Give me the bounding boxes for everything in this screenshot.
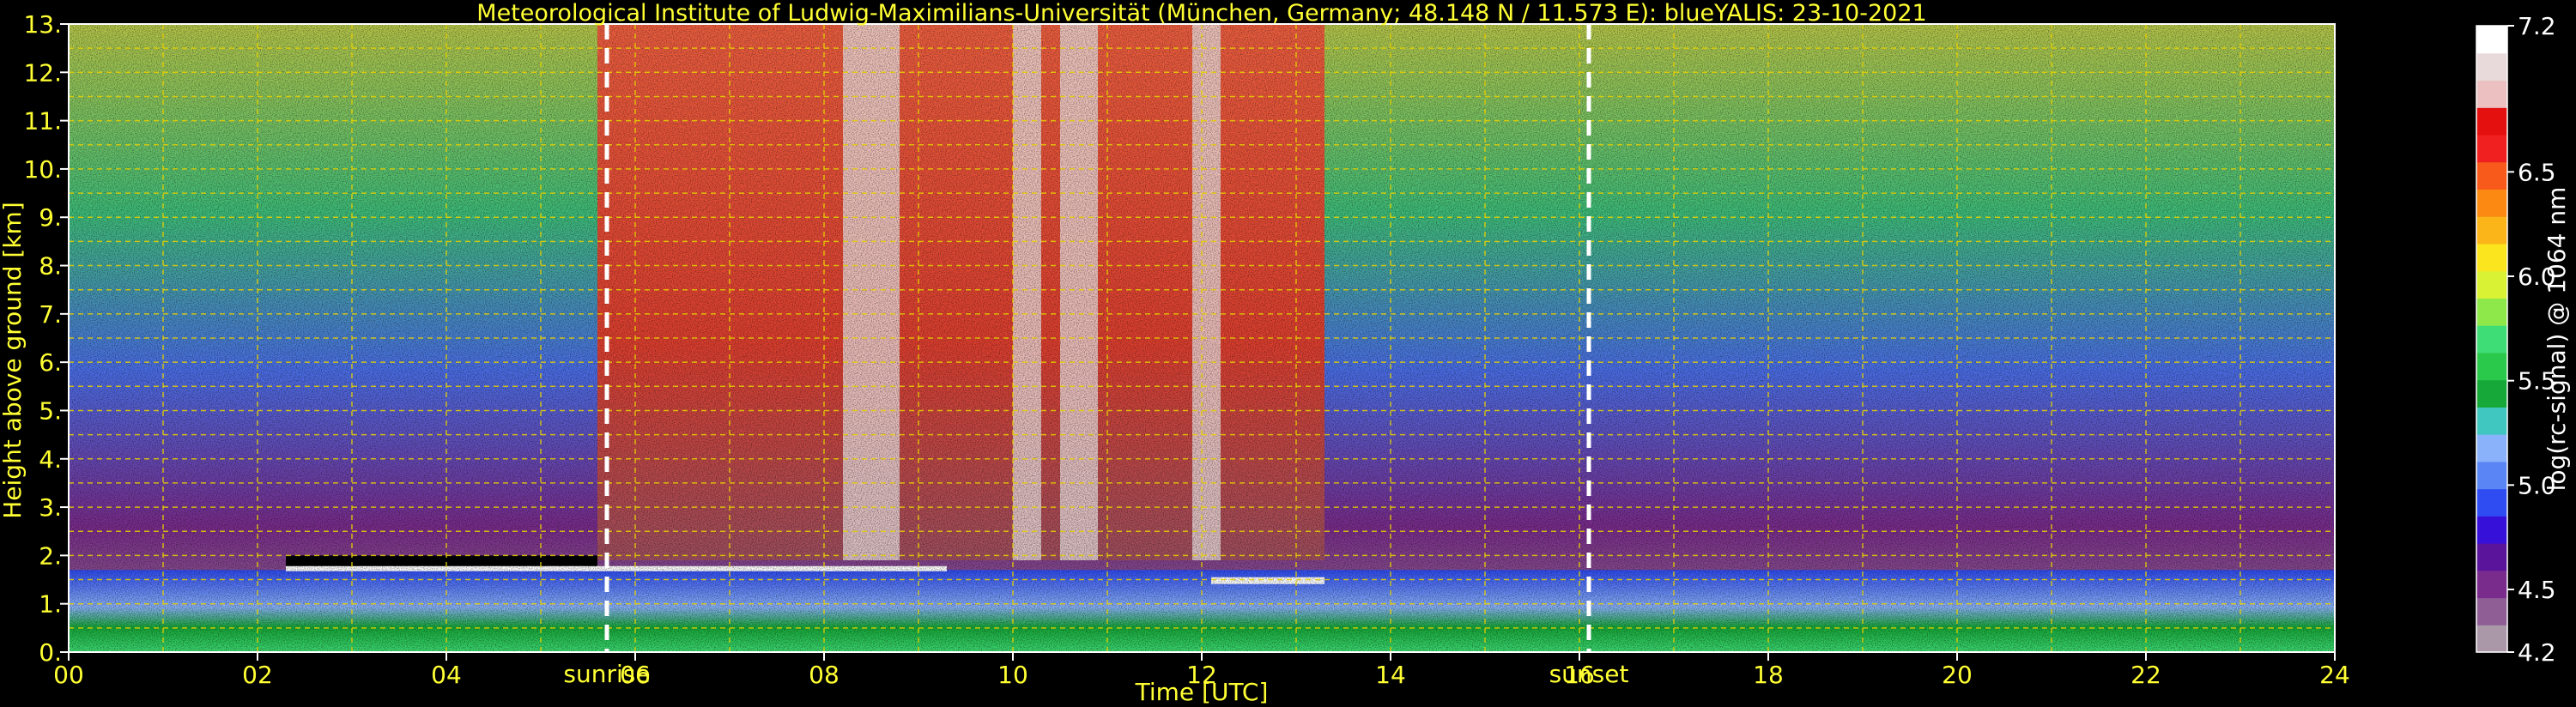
colorbar-tick-label: 4.2 — [2518, 638, 2556, 667]
x-tick-label: 04 — [431, 661, 462, 689]
x-tick-label: 10 — [997, 661, 1028, 689]
x-tick-label: 02 — [242, 661, 273, 689]
x-tick-label: 20 — [1942, 661, 1973, 689]
colorbar-segment — [2476, 189, 2507, 217]
colorbar-segment — [2476, 461, 2507, 490]
colorbar-segment — [2476, 298, 2507, 326]
y-tick-label: 2. — [39, 541, 62, 570]
colorbar-segment — [2476, 597, 2507, 625]
x-tick-label: 16 — [1564, 661, 1595, 689]
x-tick-label: 08 — [809, 661, 839, 689]
y-axis-label: Height above ground [km] — [0, 202, 27, 519]
colorbar-segment — [2476, 243, 2507, 272]
y-tick-label: 10. — [23, 155, 62, 184]
x-tick-label: 22 — [2131, 661, 2161, 689]
colorbar-segment — [2476, 434, 2507, 462]
colorbar-segment — [2476, 107, 2507, 136]
colorbar-segment — [2476, 543, 2507, 571]
colorbar-segment — [2476, 52, 2507, 82]
y-tick-label: 8. — [39, 252, 62, 281]
colorbar-tick-label: 7.2 — [2518, 12, 2556, 40]
colorbar-segment — [2476, 516, 2507, 544]
colorbar-segment — [2476, 625, 2507, 653]
colorbar-segment — [2476, 352, 2507, 381]
y-tick-label: 13. — [23, 10, 62, 39]
colorbar-segment — [2476, 325, 2507, 354]
x-axis-label: Time [UTC] — [1135, 678, 1269, 706]
colorbar-segment — [2476, 26, 2507, 54]
x-tick-label: 24 — [2319, 661, 2350, 689]
y-tick-label: 12. — [23, 58, 62, 87]
y-tick-label: 7. — [39, 300, 62, 329]
colorbar-segment — [2476, 407, 2507, 435]
colorbar-segment — [2476, 570, 2507, 599]
x-tick-label: 18 — [1753, 661, 1784, 689]
colorbar-segment — [2476, 80, 2507, 108]
y-tick-label: 4. — [39, 445, 62, 474]
colorbar-segment — [2476, 216, 2507, 245]
colorbar-segment — [2476, 161, 2507, 190]
y-tick-label: 6. — [39, 348, 62, 377]
y-tick-label: 0. — [39, 638, 62, 667]
y-tick-label: 1. — [39, 590, 62, 619]
colorbar-tick-label: 4.5 — [2518, 576, 2556, 604]
x-tick-label: 14 — [1375, 661, 1406, 689]
lidar-chart: sunrise sunset 00 02 04 06 08 10 12 14 16 18 20 22 24… — [0, 0, 2571, 706]
colorbar-segment — [2476, 379, 2507, 408]
colorbar-tick-label: 6.5 — [2518, 158, 2556, 186]
colorbar-label: log(rc-signal) @ 1064 nm — [2543, 187, 2571, 492]
y-tick-label: 5. — [39, 396, 62, 425]
colorbar-segment — [2476, 488, 2507, 517]
x-tick-label: 06 — [620, 661, 651, 689]
y-tick-label: 11. — [23, 107, 62, 136]
chart-title: Meteorological Institute of Ludwig-Maxim… — [476, 0, 1926, 27]
colorbar-segment — [2476, 270, 2507, 299]
y-tick-label: 9. — [39, 203, 62, 232]
y-tick-label: 3. — [39, 493, 62, 522]
colorbar-segment — [2476, 134, 2507, 163]
